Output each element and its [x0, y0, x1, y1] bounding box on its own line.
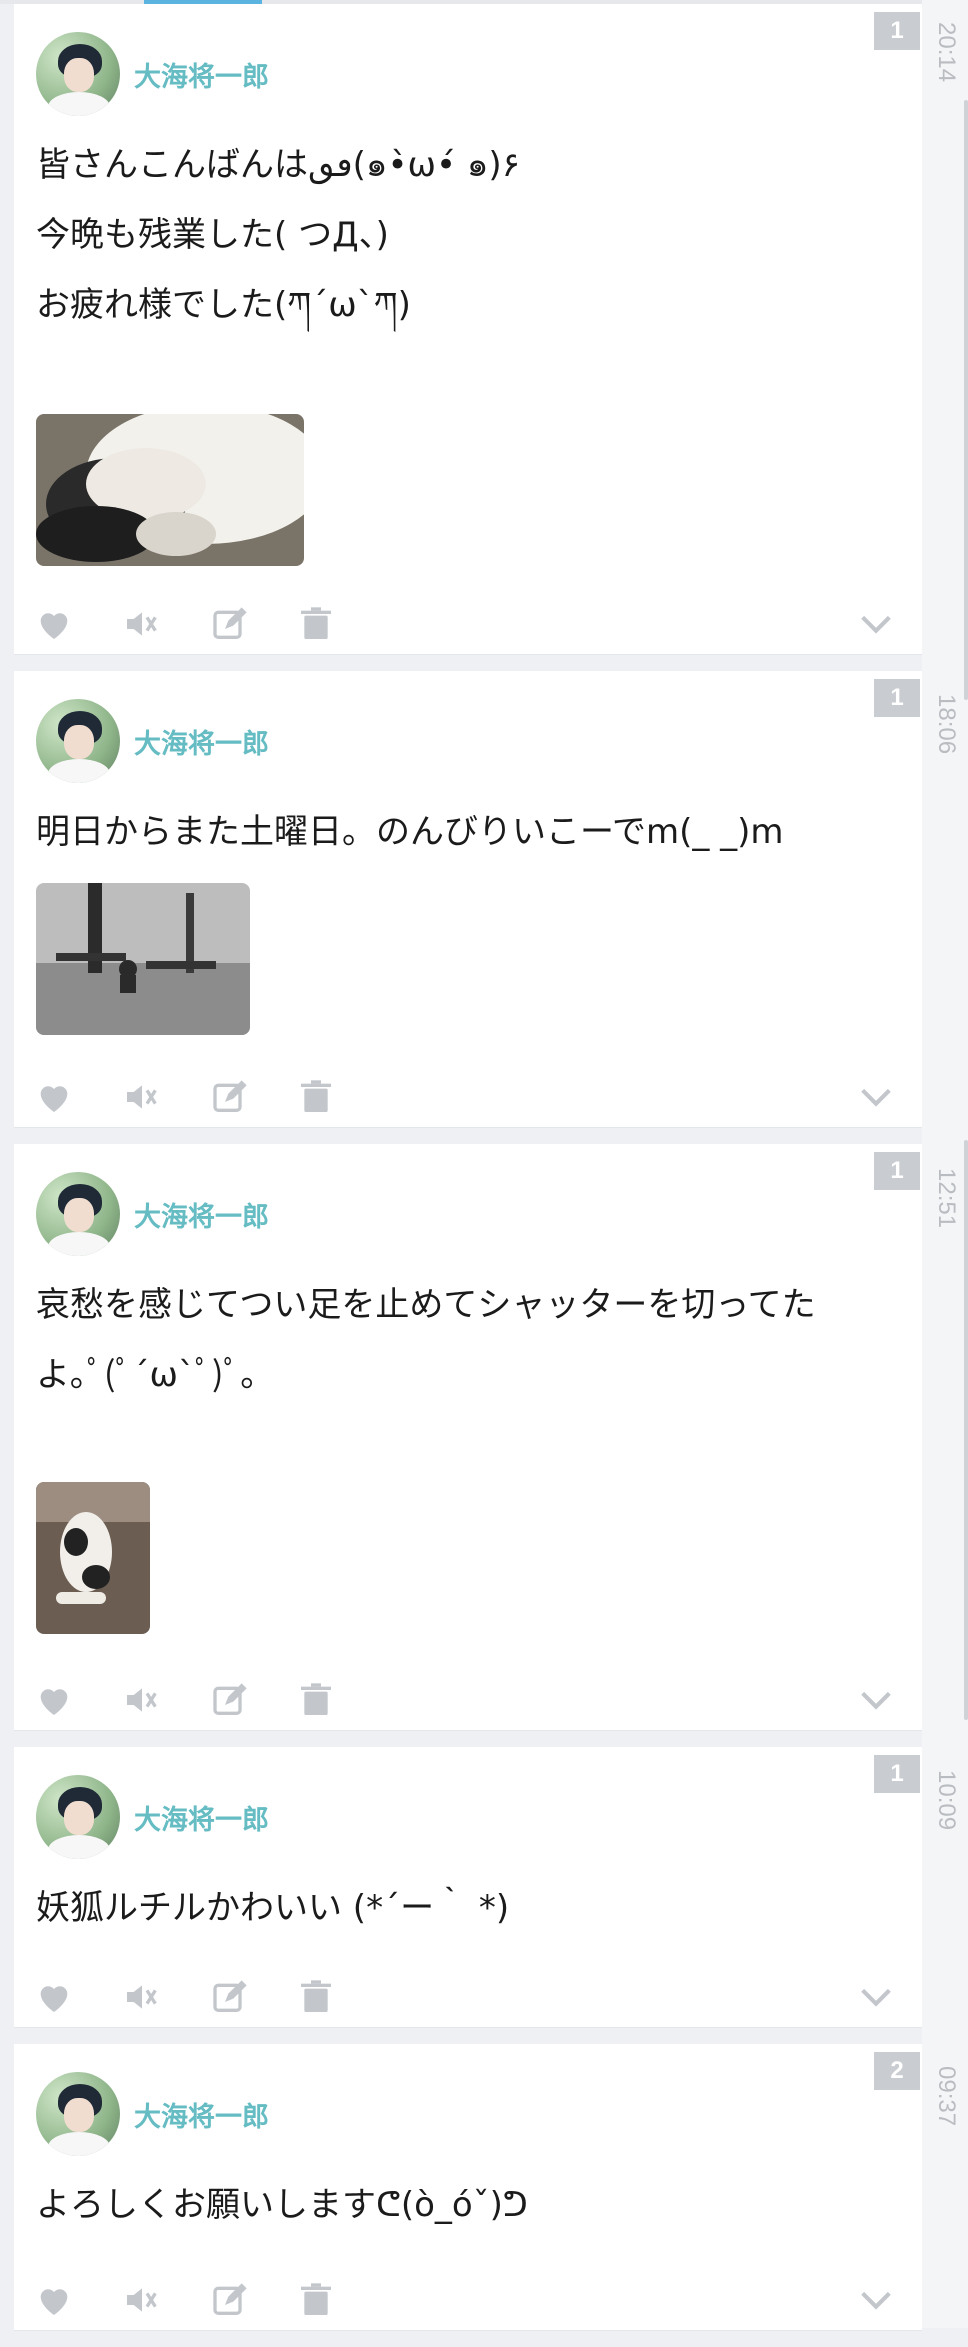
post-time: 10:09 [933, 1770, 960, 1831]
speaker-mute-icon[interactable] [122, 604, 162, 644]
post-actions [14, 604, 922, 652]
post-text-line: よろしくお願いしますᕦ(ò_óˇ)ᕤ [36, 2185, 528, 2225]
post-time: 20:14 [933, 22, 960, 83]
post-card[interactable]: 1 大海将一郎 哀愁を感じてつい足を止めてシャッターを切ってた よ｡ﾟ(ﾟ´ω`… [14, 1144, 922, 1731]
post-feed: 1 大海将一郎 皆さんこんばんはٯٯ(๑•̀ω•́ ๑)۶ 今晩も残業した( つ… [14, 4, 922, 2347]
post-header: 大海将一郎 [36, 32, 269, 116]
heart-icon[interactable] [34, 604, 74, 644]
edit-icon[interactable] [210, 604, 250, 644]
post-actions [14, 1977, 922, 2025]
post-text-line: 皆さんこんばんはٯٯ(๑•̀ω•́ ๑)۶ [36, 145, 520, 185]
edit-icon[interactable] [210, 1977, 250, 2017]
edit-icon[interactable] [210, 1077, 250, 1117]
post-card[interactable]: 2 大海将一郎 よろしくお願いしますᕦ(ò_óˇ)ᕤ [14, 2044, 922, 2331]
post-actions [14, 1680, 922, 1728]
post-card[interactable]: 1 大海将一郎 明日からまた土曜日。のんびりいこーでm(_ _)m [14, 671, 922, 1128]
count-badge: 1 [874, 1152, 920, 1190]
count-badge: 1 [874, 679, 920, 717]
scrollbar[interactable] [964, 1140, 968, 1720]
username[interactable]: 大海将一郎 [134, 1798, 269, 1837]
post-image-park-photo[interactable] [36, 883, 250, 1035]
post-text-line: 今晩も残業した( つД、) [36, 215, 389, 255]
chevron-down-icon[interactable] [856, 1077, 896, 1117]
trash-icon[interactable] [296, 1077, 336, 1117]
username[interactable]: 大海将一郎 [134, 722, 269, 761]
trash-icon[interactable] [296, 604, 336, 644]
chevron-down-icon[interactable] [856, 1680, 896, 1720]
post-header: 大海将一郎 [36, 1775, 269, 1859]
edit-icon[interactable] [210, 1680, 250, 1720]
post-time: 12:51 [933, 1168, 960, 1229]
avatar[interactable] [36, 1775, 120, 1859]
speaker-mute-icon[interactable] [122, 1977, 162, 2017]
avatar[interactable] [36, 32, 120, 116]
speaker-mute-icon[interactable] [122, 2280, 162, 2320]
username[interactable]: 大海将一郎 [134, 55, 269, 94]
speaker-mute-icon[interactable] [122, 1077, 162, 1117]
post-card[interactable]: 1 大海将一郎 皆さんこんばんはٯٯ(๑•̀ω•́ ๑)۶ 今晩も残業した( つ… [14, 4, 922, 655]
trash-icon[interactable] [296, 1680, 336, 1720]
post-text-line: お疲れ様でした(ཀ´ω`ཀ) [36, 285, 411, 325]
post-text-line: 妖狐ルチルかわいい (*´ー｀ *) [36, 1888, 510, 1928]
post-image-cat-on-sofa-photo[interactable] [36, 1482, 150, 1634]
count-badge: 2 [874, 2052, 920, 2090]
post-card[interactable]: 1 大海将一郎 妖狐ルチルかわいい (*´ー｀ *) [14, 1747, 922, 2028]
post-header: 大海将一郎 [36, 1172, 269, 1256]
count-badge: 1 [874, 1755, 920, 1793]
post-header: 大海将一郎 [36, 699, 269, 783]
heart-icon[interactable] [34, 2280, 74, 2320]
timeline-rail: 20:14 18:06 12:51 10:09 09:37 [922, 0, 968, 2328]
post-text-line: 哀愁を感じてつい足を止めてシャッターを切ってた [36, 1285, 816, 1325]
scrollbar[interactable] [964, 100, 968, 700]
chevron-down-icon[interactable] [856, 1977, 896, 2017]
post-image-cat-photo[interactable] [36, 414, 304, 566]
speaker-mute-icon[interactable] [122, 1680, 162, 1720]
avatar[interactable] [36, 2072, 120, 2156]
post-header: 大海将一郎 [36, 2072, 269, 2156]
post-time: 09:37 [933, 2066, 960, 2127]
avatar[interactable] [36, 1172, 120, 1256]
edit-icon[interactable] [210, 2280, 250, 2320]
trash-icon[interactable] [296, 2280, 336, 2320]
heart-icon[interactable] [34, 1077, 74, 1117]
chevron-down-icon[interactable] [856, 604, 896, 644]
username[interactable]: 大海将一郎 [134, 1195, 269, 1234]
post-actions [14, 2280, 922, 2328]
post-time: 18:06 [933, 694, 960, 755]
trash-icon[interactable] [296, 1977, 336, 2017]
count-badge: 1 [874, 12, 920, 50]
username[interactable]: 大海将一郎 [134, 2095, 269, 2134]
chevron-down-icon[interactable] [856, 2280, 896, 2320]
post-actions [14, 1077, 922, 1125]
heart-icon[interactable] [34, 1680, 74, 1720]
heart-icon[interactable] [34, 1977, 74, 2017]
post-text-line: 明日からまた土曜日。のんびりいこーでm(_ _)m [36, 812, 784, 852]
avatar[interactable] [36, 699, 120, 783]
post-text-line: よ｡ﾟ(ﾟ´ω`ﾟ)ﾟ｡ [36, 1355, 258, 1395]
